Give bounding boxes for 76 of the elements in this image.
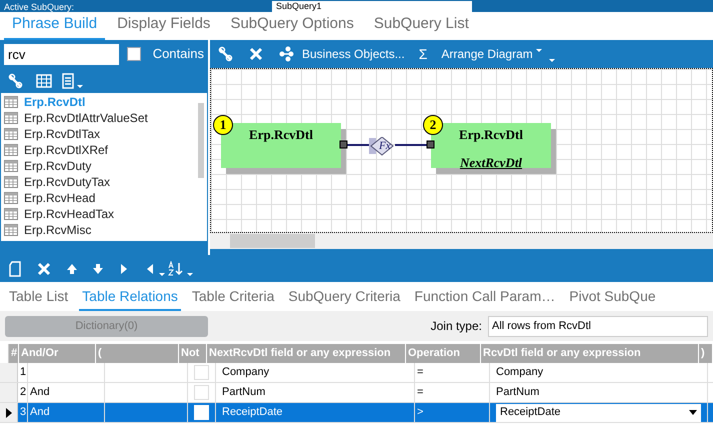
port-icon: [426, 140, 434, 148]
list-item[interactable]: Erp.RcvHeadTax: [1, 206, 195, 222]
node-title: Erp.RcvDtl: [249, 126, 313, 144]
join-icon[interactable]: [369, 137, 394, 156]
node-number: 1: [213, 115, 233, 135]
table-cell-text: Company: [496, 365, 544, 380]
tab[interactable]: Function Call Param…: [411, 286, 558, 311]
row-pointer-icon: [6, 408, 12, 418]
table-cell-text: PartNum: [222, 385, 266, 400]
table-icon: [4, 96, 18, 108]
list-item[interactable]: Erp.RcvDtl: [1, 94, 195, 110]
grid-icon[interactable]: [36, 72, 52, 88]
subquery-field[interactable]: SubQuery1: [272, 1, 472, 12]
link-icon[interactable]: [8, 72, 24, 88]
table-cell-text: 1: [20, 365, 26, 380]
tab[interactable]: SubQuery Criteria: [285, 286, 404, 311]
row-header[interactable]: [0, 403, 18, 422]
table-cell-dropdown[interactable]: ReceiptDate: [496, 404, 701, 422]
tab[interactable]: Pivot SubQue: [566, 286, 659, 311]
subquery-label: Active SubQuery:: [4, 2, 74, 12]
table-icon: [4, 176, 18, 188]
list-item[interactable]: Erp.RcvDtlTax: [1, 126, 195, 142]
caret-icon[interactable]: [158, 272, 166, 277]
list-item[interactable]: Erp.RcvDtlAttrValueSet: [1, 110, 195, 126]
join-label: Fx: [379, 139, 391, 154]
new-icon[interactable]: [8, 260, 22, 276]
table-icon: [4, 160, 18, 172]
horizontal-scrollbar[interactable]: [210, 233, 713, 249]
table-icon: [4, 112, 18, 124]
table-cell-text: 2: [20, 385, 26, 400]
sum-button[interactable]: Σ: [418, 44, 428, 64]
port-icon: [340, 140, 348, 148]
table-row[interactable]: 3 And ReceiptDate > ReceiptDate: [0, 403, 713, 423]
table-icon: [4, 208, 18, 220]
table-icon: [4, 192, 18, 204]
table-cell-text: =: [417, 385, 424, 400]
search-field[interactable]: rcv: [4, 44, 119, 64]
table-cell-text: And: [30, 405, 50, 420]
caret-icon[interactable]: [76, 84, 84, 89]
table-cell-text: =: [417, 365, 424, 380]
checkbox-label: Contains: [152, 45, 204, 64]
table-icon: [4, 144, 18, 156]
tab[interactable]: Table Criteria: [188, 286, 278, 311]
table-cell-text: Company: [222, 365, 270, 380]
table-cell-text: ReceiptDate: [222, 405, 283, 420]
join-type-dropdown[interactable]: All rows from RcvDtl: [488, 316, 708, 336]
tab[interactable]: SubQuery List: [366, 12, 477, 40]
sort-icon[interactable]: [168, 260, 184, 276]
list-item[interactable]: Erp.RcvDtlXRef: [1, 142, 195, 158]
node-number: 2: [423, 115, 443, 135]
table-cell-text: 3: [20, 405, 26, 420]
delete-icon[interactable]: [36, 260, 52, 276]
tab[interactable]: Display Fields: [109, 12, 218, 40]
delete-icon[interactable]: [248, 46, 264, 62]
dropdown-arrow-icon[interactable]: [689, 410, 697, 415]
list-item[interactable]: Erp.RcvHead: [1, 190, 195, 206]
join-type-label: Join type:: [430, 318, 482, 335]
arrange-diagram-button[interactable]: Arrange Diagram: [441, 45, 542, 63]
caret-icon[interactable]: [186, 272, 194, 277]
nodes-icon: [278, 46, 294, 62]
table-cell-text: PartNum: [496, 385, 540, 400]
table-cell-text: >: [417, 405, 424, 420]
arrow-up-icon[interactable]: [66, 262, 78, 276]
list-item[interactable]: Erp.RcvDutyTax: [1, 174, 195, 190]
tab[interactable]: SubQuery Options: [222, 12, 362, 40]
list-item[interactable]: Erp.RcvDuty: [1, 158, 195, 174]
table-cell-text: And: [30, 385, 50, 400]
list-item[interactable]: Erp.RcvMisc: [1, 222, 195, 238]
table-icon: [4, 128, 18, 140]
business-objects-button[interactable]: Business Objects...: [278, 45, 405, 63]
checkbox[interactable]: [126, 47, 141, 61]
table-icon: [4, 224, 18, 236]
arrow-down-icon[interactable]: [92, 262, 104, 276]
link-icon[interactable]: [218, 46, 234, 62]
tab[interactable]: Table List: [6, 286, 72, 311]
node-title: Erp.RcvDtl: [459, 126, 523, 144]
